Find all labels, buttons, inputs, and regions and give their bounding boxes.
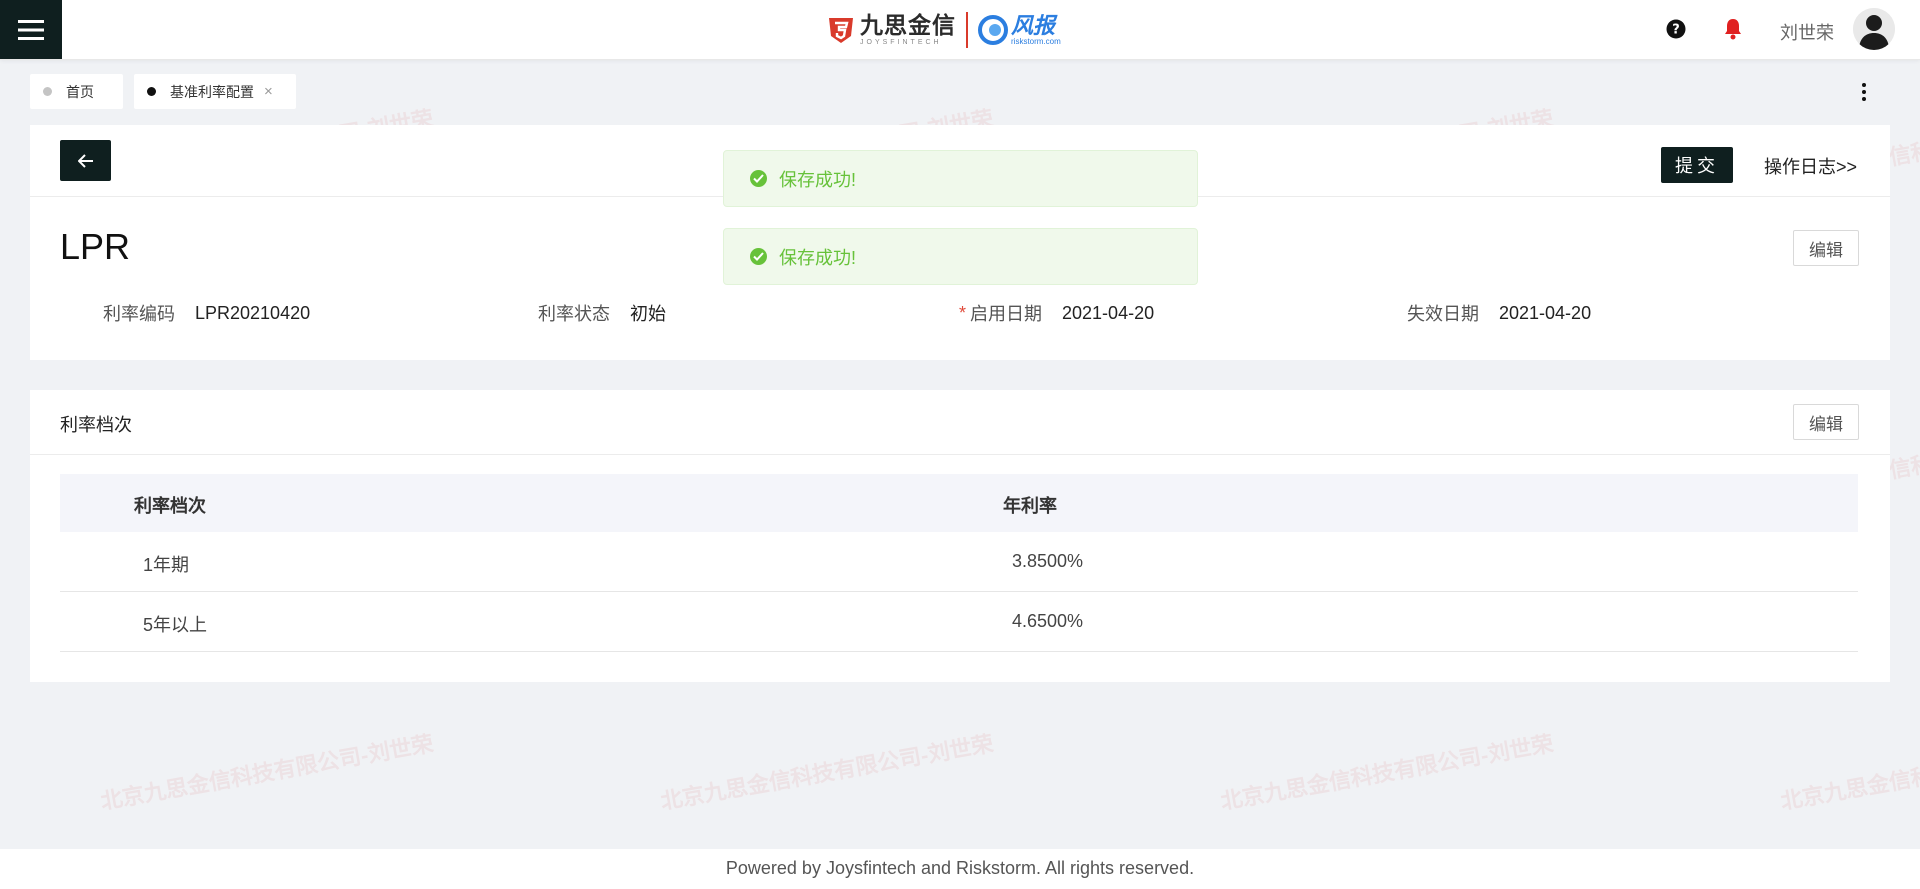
dot xyxy=(1862,83,1866,87)
success-toast: 保存成功! xyxy=(723,150,1198,207)
dot xyxy=(1862,97,1866,101)
partner-cn: 风报 xyxy=(1011,12,1056,38)
user-name[interactable]: 刘世荣 xyxy=(1780,19,1834,45)
section-title: 利率档次 xyxy=(60,415,132,435)
field-value: 2021-04-20 xyxy=(1062,302,1155,323)
cell-rate: 3.8500% xyxy=(1012,551,1084,571)
field-label: 失效日期 xyxy=(1407,304,1479,324)
page-title: LPR xyxy=(60,226,131,267)
tab-label: 基准利率配置 xyxy=(170,83,254,100)
row-divider xyxy=(60,651,1858,652)
back-button[interactable] xyxy=(60,140,111,181)
help-button[interactable]: ? xyxy=(1665,18,1687,40)
partner-name: 风报 riskstorm.com xyxy=(1011,12,1061,46)
field-value: 2021-04-20 xyxy=(1499,302,1592,323)
user-avatar-icon xyxy=(1853,8,1895,50)
arrow-left-icon xyxy=(77,153,93,168)
field-rate-code: 利率编码 LPR20210420 xyxy=(103,300,310,326)
menu-icon xyxy=(18,19,44,40)
top-header: 九思金信 JOYSFINTECH 风报 riskstorm.com ? 刘世荣 xyxy=(0,0,1920,60)
operation-log-link[interactable]: 操作日志>> xyxy=(1764,153,1857,179)
watermark-text: 北京九思金信科技有限公司-刘世荣 xyxy=(98,730,436,815)
required-mark: * xyxy=(959,302,967,323)
dot xyxy=(1862,90,1866,94)
footer-text: Powered by Joysfintech and Riskstorm. Al… xyxy=(725,858,1195,878)
svg-text:?: ? xyxy=(1672,23,1680,38)
field-label: 利率编码 xyxy=(103,304,175,324)
cell-tier: 5年以上 xyxy=(143,615,208,635)
field-label: 利率状态 xyxy=(538,304,610,324)
joysfintech-logo-icon xyxy=(829,18,853,43)
success-toast: 保存成功! xyxy=(723,228,1198,285)
check-circle-icon xyxy=(750,170,767,187)
more-options-button[interactable] xyxy=(1856,80,1872,104)
avatar[interactable] xyxy=(1853,8,1895,50)
table-header: 利率档次 年利率 xyxy=(60,474,1858,532)
cell-tier: 1年期 xyxy=(143,555,190,575)
toast-message: 保存成功! xyxy=(779,247,857,268)
brand-logo: 九思金信 JOYSFINTECH 风报 riskstorm.com xyxy=(826,10,1061,50)
field-value: LPR20210420 xyxy=(195,302,311,323)
brand-en: JOYSFINTECH xyxy=(860,39,942,46)
close-icon[interactable]: × xyxy=(264,83,273,100)
partner-en: riskstorm.com xyxy=(1011,36,1061,46)
brand-name: 九思金信 JOYSFINTECH xyxy=(860,12,956,47)
watermark-text: 北京九思金信科技有限公司-刘世荣 xyxy=(658,730,996,815)
submit-button[interactable]: 提交 xyxy=(1661,147,1733,183)
check-circle-icon xyxy=(750,248,767,265)
watermark-text: 北京九思金信科技有限公司-刘世荣 xyxy=(1778,730,1920,815)
row-divider xyxy=(60,591,1858,592)
edit-tiers-button[interactable]: 编辑 xyxy=(1793,404,1859,440)
field-rate-status: 利率状态 初始 xyxy=(538,300,666,326)
brand-divider xyxy=(966,12,968,48)
toast-message: 保存成功! xyxy=(779,169,857,190)
tab-benchmark-rate-config[interactable]: 基准利率配置 × xyxy=(134,74,296,109)
footer: Powered by Joysfintech and Riskstorm. Al… xyxy=(0,849,1920,889)
riskstorm-logo-icon xyxy=(978,15,1008,45)
edit-detail-button[interactable]: 编辑 xyxy=(1793,230,1859,266)
field-end-date: 失效日期 2021-04-20 xyxy=(1407,300,1591,326)
field-start-date: * 启用日期 2021-04-20 xyxy=(959,300,1154,326)
menu-button[interactable] xyxy=(0,0,62,59)
notification-button[interactable] xyxy=(1722,18,1744,40)
help-icon: ? xyxy=(1666,19,1686,39)
column-header-tier: 利率档次 xyxy=(134,496,206,516)
field-value: 初始 xyxy=(630,304,666,324)
rate-tiers-card xyxy=(30,390,1890,682)
watermark-text: 北京九思金信科技有限公司-刘世荣 xyxy=(1218,730,1556,815)
column-header-rate: 年利率 xyxy=(1003,496,1057,516)
section-divider xyxy=(30,454,1890,455)
brand-cn: 九思金信 xyxy=(860,12,956,38)
tab-dot-icon xyxy=(147,87,156,96)
tab-dot-icon xyxy=(43,87,52,96)
tab-label: 首页 xyxy=(66,83,94,100)
tab-home[interactable]: 首页 xyxy=(30,74,123,109)
field-label: 启用日期 xyxy=(970,304,1043,324)
cell-rate: 4.6500% xyxy=(1012,611,1084,631)
bell-icon xyxy=(1725,19,1741,40)
